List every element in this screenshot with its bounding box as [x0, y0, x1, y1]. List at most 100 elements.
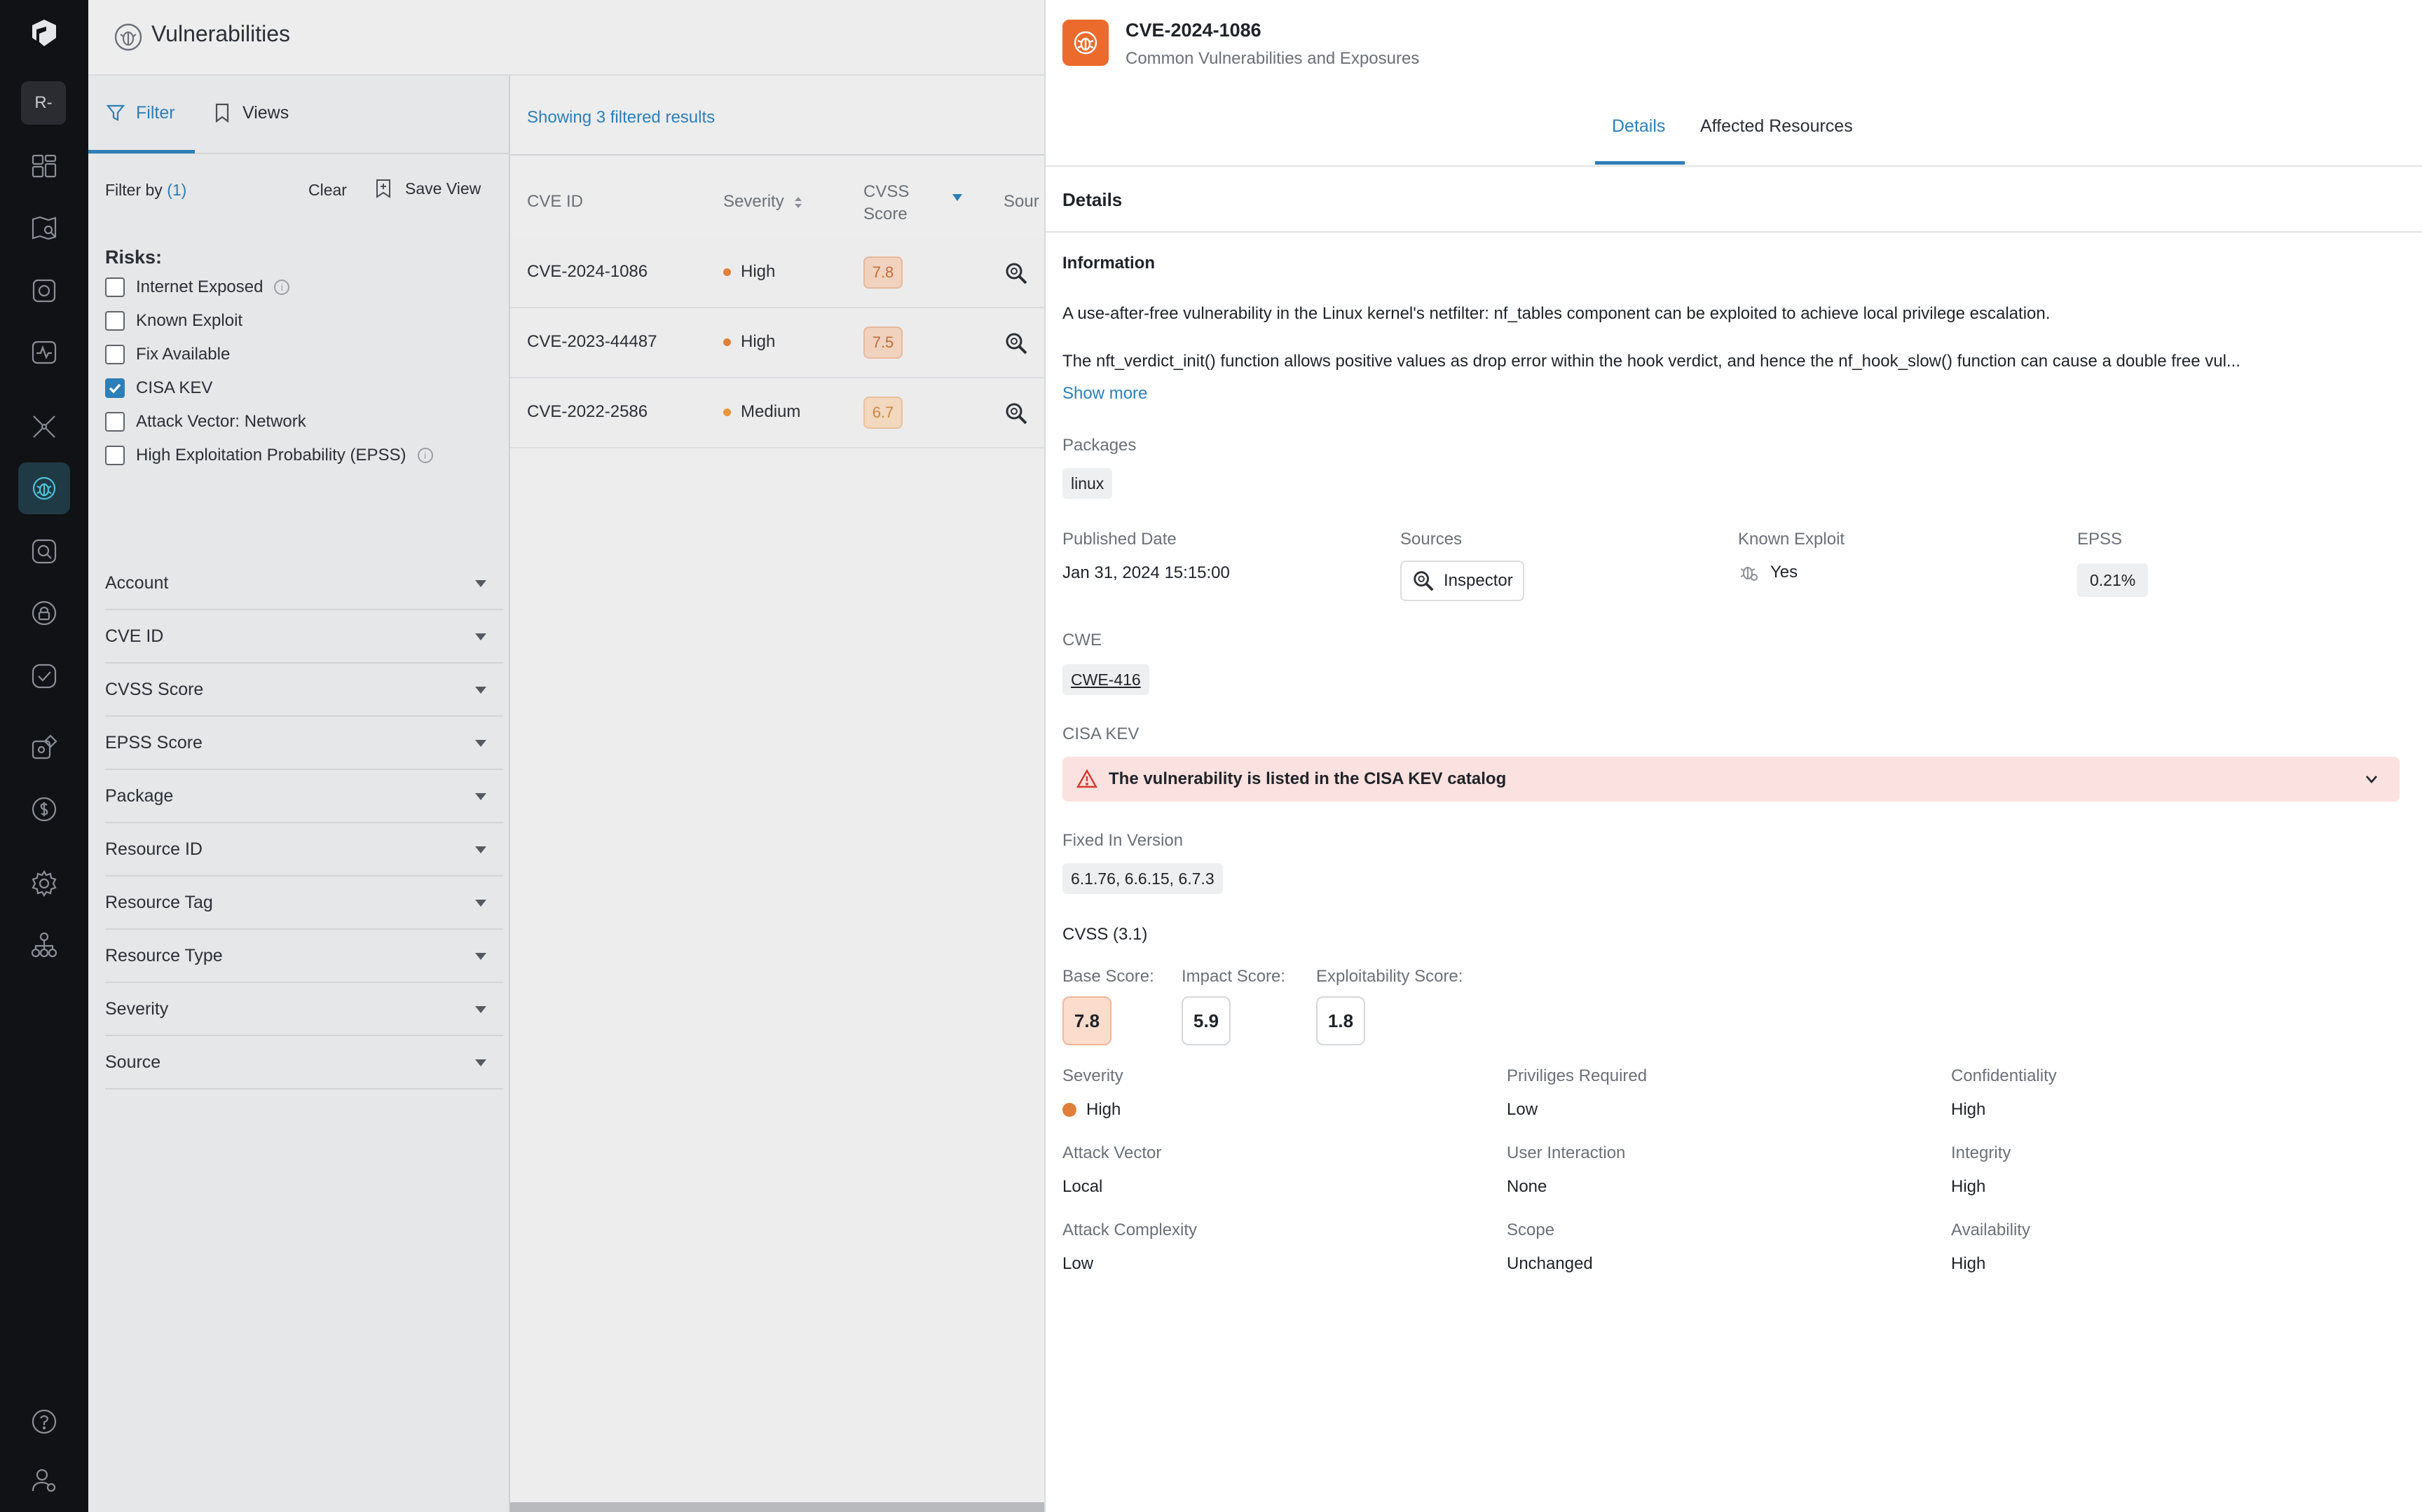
vulnerabilities-header-icon	[114, 23, 142, 51]
column-severity[interactable]: Severity	[723, 192, 804, 212]
accordion-severity[interactable]: Severity	[105, 984, 503, 1036]
inventory-map-icon[interactable]	[27, 210, 62, 245]
accordion-resource-tag[interactable]: Resource Tag	[105, 877, 503, 930]
settings-icon[interactable]	[27, 866, 62, 901]
warning-icon	[1076, 769, 1097, 788]
checkbox-checked[interactable]	[105, 378, 125, 398]
tab-details[interactable]: Details	[1612, 116, 1665, 137]
sort-desc-icon[interactable]	[952, 193, 963, 202]
bug-icon[interactable]	[18, 462, 70, 514]
severity-dot	[1062, 1103, 1076, 1117]
column-cve-id[interactable]: CVE ID	[527, 192, 583, 212]
severity-dot	[723, 338, 731, 346]
checkbox[interactable]	[105, 345, 125, 364]
checkbox[interactable]	[105, 311, 125, 331]
risk-known-exploit[interactable]: Known Exploit	[105, 311, 242, 331]
accordion-cvss-score[interactable]: CVSS Score	[105, 664, 503, 717]
risk-label: Internet Exposed	[136, 277, 264, 296]
table-row[interactable]: CVE-2024-1086 High 7.8	[510, 238, 1044, 308]
lock-icon[interactable]	[27, 596, 62, 631]
results-table-area: Showing 3 filtered results CVE ID Severi…	[510, 76, 1044, 1512]
risk-high-epss[interactable]: High Exploitation Probability (EPSS) i	[105, 446, 433, 465]
accordion-source[interactable]: Source	[105, 1037, 503, 1090]
workspace-badge[interactable]: R-	[21, 81, 66, 125]
tab-filter[interactable]: Filter	[105, 102, 175, 123]
chevron-down-icon[interactable]	[2363, 771, 2380, 788]
accordion-label: CVSS Score	[105, 680, 204, 699]
exploitability-score-box: 1.8	[1316, 996, 1365, 1045]
source-chip[interactable]: Inspector	[1400, 561, 1524, 601]
cve-bug-icon	[1062, 20, 1109, 66]
network-icon[interactable]	[27, 409, 62, 444]
activity-icon[interactable]	[27, 335, 62, 370]
table-row[interactable]: CVE-2022-2586 Medium 6.7	[510, 378, 1044, 448]
check-icon	[109, 383, 121, 394]
filter-by-label: Filter by (1)	[105, 181, 186, 200]
vulnerabilities-scan-icon[interactable]	[27, 273, 62, 308]
caret-down-icon	[475, 633, 486, 640]
column-source[interactable]: Sour	[1004, 192, 1039, 212]
cwe-link[interactable]: CWE-416	[1062, 664, 1149, 695]
user-settings-icon[interactable]	[27, 1463, 62, 1498]
impact-score-label: Impact Score:	[1182, 967, 1286, 986]
risk-attack-vector-network[interactable]: Attack Vector: Network	[105, 412, 306, 432]
published-date-value: Jan 31, 2024 15:15:00	[1062, 563, 1230, 582]
check-circle-icon[interactable]	[27, 659, 62, 694]
app-logo-icon[interactable]	[28, 17, 60, 49]
integrations-icon[interactable]	[27, 730, 62, 765]
checkbox[interactable]	[105, 446, 125, 465]
fixed-version-label: Fixed In Version	[1062, 831, 1184, 850]
horizontal-scrollbar[interactable]	[510, 1502, 1044, 1512]
description-paragraph-2: The nft_verdict_init() function allows p…	[1062, 352, 2240, 371]
nav-rail: R-	[0, 0, 88, 1512]
info-icon[interactable]: i	[274, 280, 290, 295]
active-tab-underline	[1595, 161, 1685, 165]
accordion-resource-id[interactable]: Resource ID	[105, 824, 503, 877]
tab-views[interactable]: Views	[212, 102, 289, 123]
risk-fix-available[interactable]: Fix Available	[105, 345, 230, 364]
clear-button[interactable]: Clear	[308, 181, 347, 200]
cisa-kev-banner[interactable]: The vulnerability is listed in the CISA …	[1062, 757, 2400, 802]
accordion-label: Package	[105, 786, 174, 806]
accordion-epss-score[interactable]: EPSS Score	[105, 717, 503, 770]
info-icon[interactable]: i	[417, 448, 433, 463]
save-view-icon	[376, 179, 390, 198]
cost-icon[interactable]	[27, 792, 62, 827]
known-exploit-value: Yes	[1738, 562, 1798, 583]
severity-dot	[723, 268, 731, 276]
tab-views-label: Views	[242, 102, 289, 123]
close-icon[interactable]	[2370, 27, 2394, 50]
risk-internet-exposed[interactable]: Internet Exposed i	[105, 277, 290, 297]
funnel-icon	[106, 104, 125, 121]
close-icon[interactable]	[460, 104, 482, 126]
page-title: Vulnerabilities	[151, 21, 291, 46]
checkbox[interactable]	[105, 277, 125, 297]
sort-icon[interactable]	[793, 195, 804, 210]
help-icon[interactable]	[27, 1404, 62, 1439]
accordion-account[interactable]: Account	[105, 558, 503, 610]
known-exploit-text: Yes	[1770, 563, 1798, 582]
save-view-button[interactable]: Save View	[373, 178, 481, 199]
table-row[interactable]: CVE-2023-44487 High 7.5	[510, 308, 1044, 378]
accordion-package[interactable]: Package	[105, 771, 503, 823]
organization-icon[interactable]	[27, 928, 62, 963]
cvss-score-badge: 7.8	[863, 256, 903, 289]
tab-affected-resources[interactable]: Affected Resources	[1700, 116, 1853, 137]
risk-cisa-kev[interactable]: CISA KEV	[105, 378, 212, 398]
inspector-source-icon	[1006, 333, 1027, 355]
caret-down-icon	[475, 899, 486, 907]
column-cvss-score[interactable]: CVSS Score	[863, 181, 909, 226]
packages-label: Packages	[1062, 436, 1137, 455]
description-paragraph-1: A use-after-free vulnerability in the Li…	[1062, 304, 2051, 323]
search-finding-icon[interactable]	[27, 534, 62, 569]
column-severity-label: Severity	[723, 192, 784, 211]
accordion-cve-id[interactable]: CVE ID	[105, 611, 503, 664]
exploit-bug-icon	[1740, 567, 1758, 581]
checkbox[interactable]	[105, 412, 125, 432]
show-more-link[interactable]: Show more	[1062, 384, 1147, 404]
metric-user-interaction-value: None	[1507, 1177, 1547, 1196]
dashboard-icon[interactable]	[27, 149, 62, 184]
active-tab-underline	[88, 150, 195, 153]
metric-privileges-value: Low	[1507, 1100, 1538, 1119]
accordion-resource-type[interactable]: Resource Type	[105, 930, 503, 983]
